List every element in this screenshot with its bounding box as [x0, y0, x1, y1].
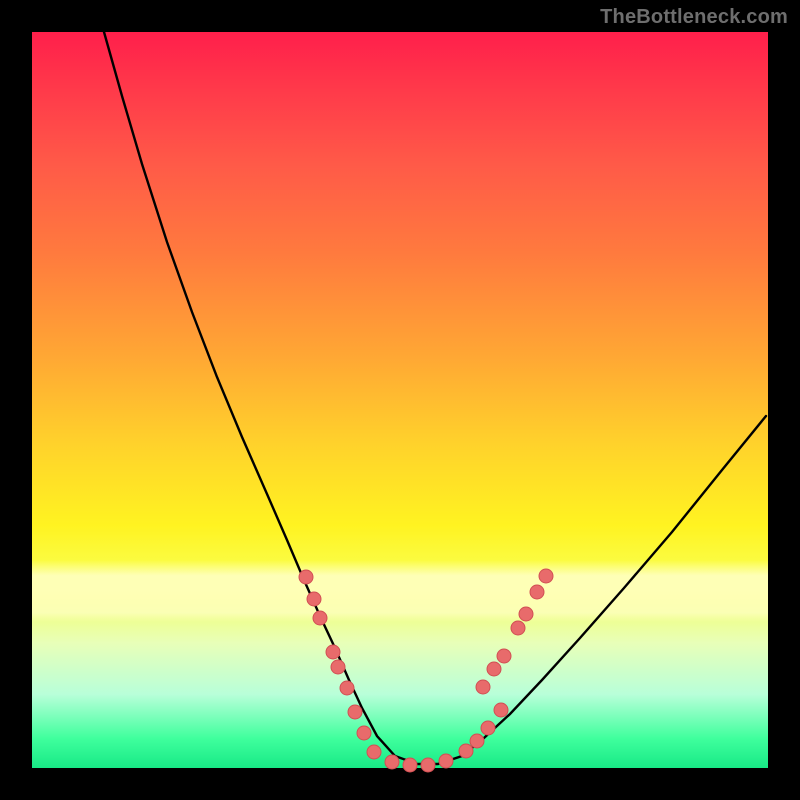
- data-marker: [519, 607, 533, 621]
- data-marker: [470, 734, 484, 748]
- highlight-band: [32, 560, 768, 622]
- data-marker: [307, 592, 321, 606]
- watermark-text: TheBottleneck.com: [600, 6, 788, 29]
- curve-svg: [32, 32, 768, 768]
- data-marker: [385, 755, 399, 769]
- data-marker: [357, 726, 371, 740]
- data-marker: [459, 744, 473, 758]
- marker-group: [299, 569, 553, 772]
- data-marker: [403, 758, 417, 772]
- data-marker: [439, 754, 453, 768]
- plot-area: [32, 32, 768, 768]
- chart-frame: TheBottleneck.com: [0, 0, 800, 800]
- data-marker: [494, 703, 508, 717]
- data-marker: [313, 611, 327, 625]
- data-marker: [497, 649, 511, 663]
- data-marker: [487, 662, 501, 676]
- data-marker: [331, 660, 345, 674]
- data-marker: [476, 680, 490, 694]
- data-marker: [481, 721, 495, 735]
- data-marker: [326, 645, 340, 659]
- data-marker: [421, 758, 435, 772]
- data-marker: [340, 681, 354, 695]
- data-marker: [511, 621, 525, 635]
- data-marker: [539, 569, 553, 583]
- bottleneck-curve: [104, 32, 766, 764]
- data-marker: [299, 570, 313, 584]
- data-marker: [367, 745, 381, 759]
- data-marker: [348, 705, 362, 719]
- data-marker: [530, 585, 544, 599]
